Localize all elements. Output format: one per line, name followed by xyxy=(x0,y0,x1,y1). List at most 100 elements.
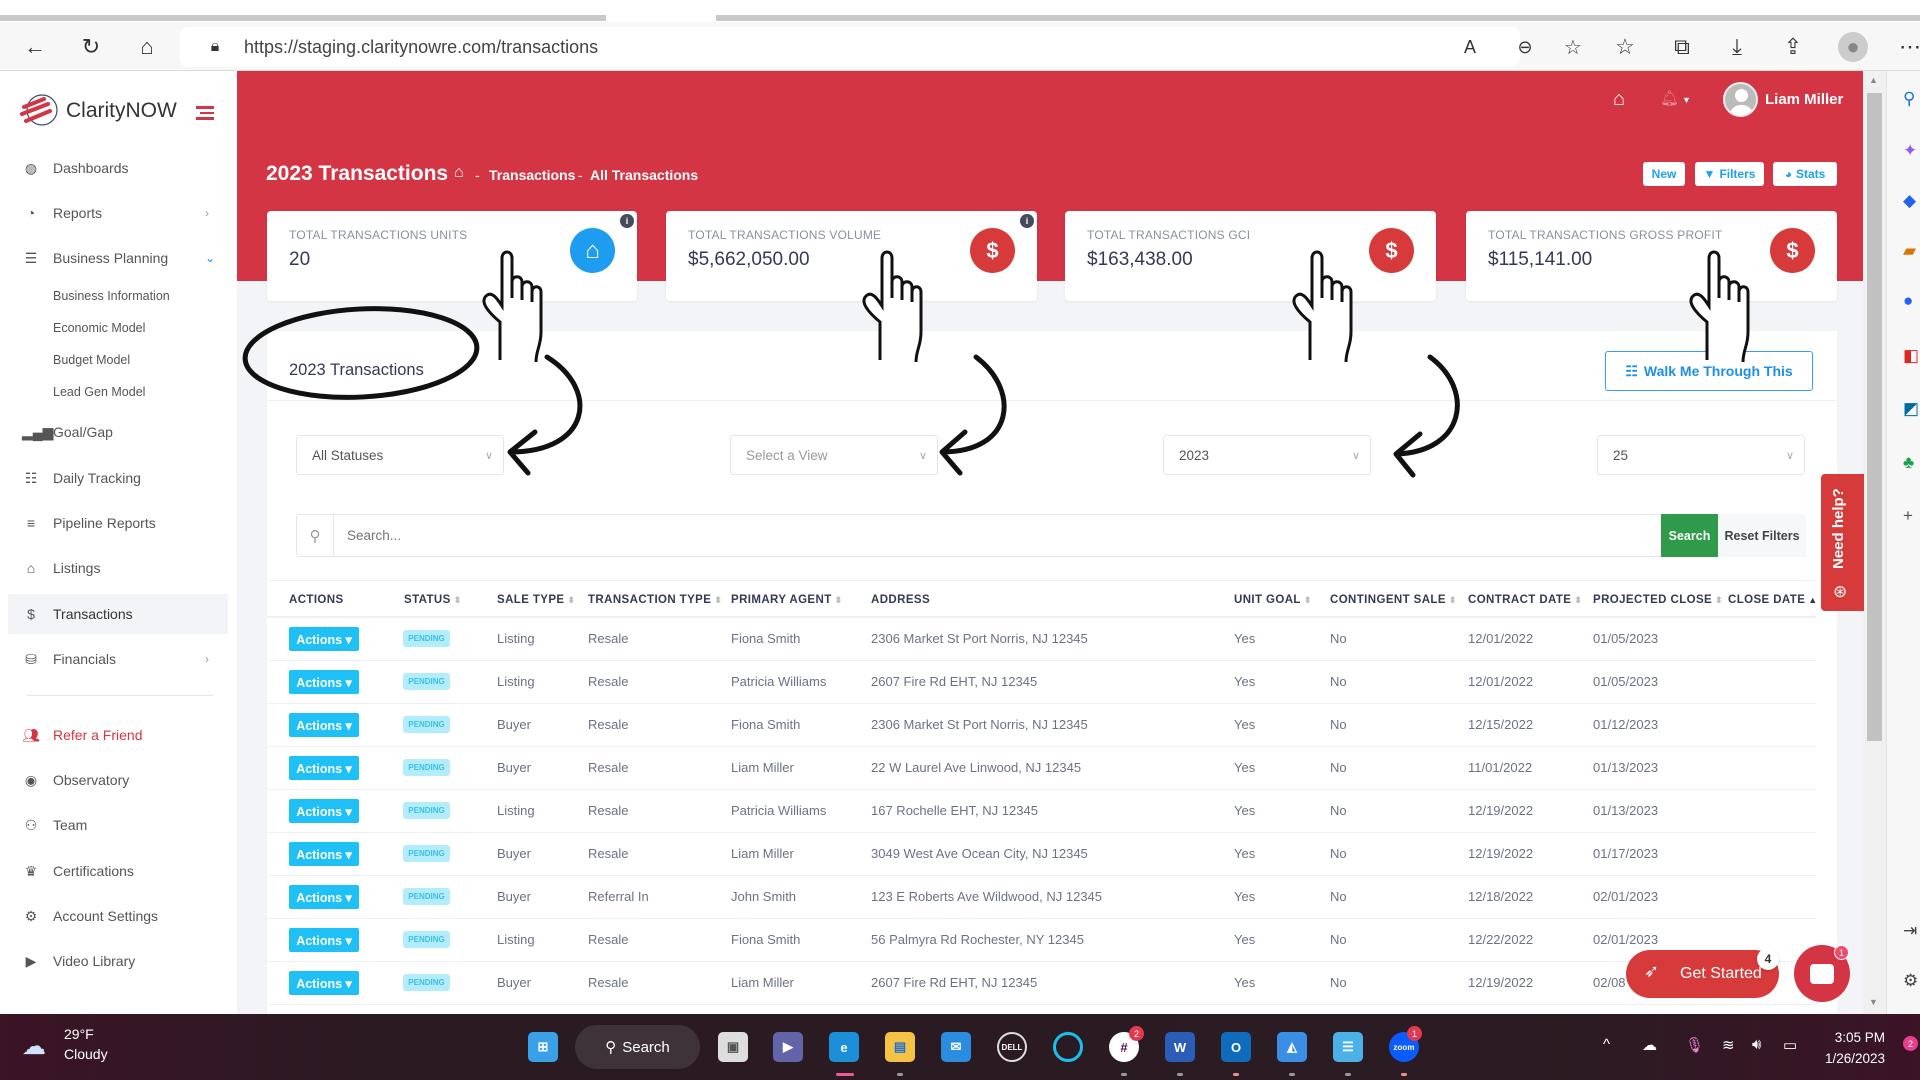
column-header[interactable]: TRANSACTION TYPE ⬍ xyxy=(588,594,722,606)
column-header[interactable]: CLOSE DATE ▲ xyxy=(1728,594,1818,606)
actions-dropdown-button[interactable]: Actions ▾ xyxy=(289,799,359,823)
share-icon[interactable]: ⇪ xyxy=(1778,32,1808,62)
sidebar-item-goal-gap[interactable]: ▂▄▆ Goal/Gap xyxy=(0,412,237,452)
actions-dropdown-button[interactable]: Actions ▾ xyxy=(289,670,359,694)
search-button[interactable]: Search xyxy=(1661,514,1718,557)
sidebar-item-transactions[interactable]: $ Transactions xyxy=(8,594,228,634)
actions-dropdown-button[interactable]: Actions ▾ xyxy=(289,627,359,651)
url-text[interactable]: https://staging.claritynowre.com/transac… xyxy=(244,37,598,58)
sort-icon[interactable]: ⬍ xyxy=(568,595,576,605)
shopping-icon[interactable]: ◆ xyxy=(1903,191,1916,211)
outlook-icon[interactable]: ◩ xyxy=(1903,399,1919,419)
need-help-tab[interactable]: Need help? ⊛ xyxy=(1821,474,1864,611)
sidebar-toggle-icon[interactable]: ⇥ xyxy=(1903,921,1917,941)
sort-icon[interactable]: ⬍ xyxy=(1574,595,1582,605)
sidebar-subitem-business-information[interactable]: Business Information xyxy=(0,281,237,311)
clock[interactable]: 3:05 PM 1/26/2023 xyxy=(1825,1027,1885,1069)
sidebar-item-refer-a-friend[interactable]: 👥︎ Refer a Friend xyxy=(0,715,237,755)
status-select[interactable]: All Statuses ∨ xyxy=(296,435,504,475)
home-icon[interactable]: ⌂ xyxy=(1613,88,1625,111)
mail-icon[interactable]: ✉ xyxy=(941,1032,971,1062)
column-header[interactable]: PRIMARY AGENT ⬍ xyxy=(731,594,843,606)
zoom-out-icon[interactable]: ⊖ xyxy=(1510,32,1540,62)
sort-icon[interactable]: ⬍ xyxy=(714,595,722,605)
sort-icon[interactable]: ⬍ xyxy=(835,595,843,605)
sidebar-item-certifications[interactable]: ♛ Certifications xyxy=(0,851,237,891)
logo[interactable]: ClarityNOW xyxy=(20,93,177,129)
sort-icon[interactable]: ⬍ xyxy=(1715,595,1723,605)
search-icon[interactable]: ⚲ xyxy=(1903,89,1915,109)
actions-dropdown-button[interactable]: Actions ▾ xyxy=(289,928,359,952)
avatar[interactable] xyxy=(1723,82,1758,117)
sidebar-item-financials[interactable]: ⛁ Financials › xyxy=(0,639,237,679)
people-icon[interactable]: ● xyxy=(1903,291,1913,311)
column-header[interactable]: STATUS ⬍ xyxy=(404,594,462,606)
sidebar-item-daily-tracking[interactable]: ☷ Daily Tracking xyxy=(0,458,237,498)
tree-icon[interactable]: ♣ xyxy=(1903,453,1914,473)
add-favorite-icon[interactable]: ☆ xyxy=(1558,32,1588,62)
back-icon[interactable]: ← xyxy=(20,32,50,62)
sidebar-item-dashboards[interactable]: ◍ Dashboards xyxy=(0,148,237,188)
card-total-volume[interactable]: TOTAL TRANSACTIONS VOLUME $5,662,050.00 … xyxy=(666,211,1037,301)
user-name[interactable]: Liam Miller xyxy=(1765,91,1843,108)
hamburger-menu-icon[interactable] xyxy=(196,103,214,123)
volume-icon[interactable]: 🔊︎ xyxy=(1752,1036,1761,1053)
notepad-icon[interactable]: ☰ xyxy=(1333,1032,1363,1062)
sidebar-subitem-budget-model[interactable]: Budget Model xyxy=(0,345,237,375)
info-icon[interactable]: i xyxy=(620,214,634,228)
sidebar-subitem-economic-model[interactable]: Economic Model xyxy=(0,313,237,343)
battery-icon[interactable]: ▭ xyxy=(1783,1036,1797,1054)
task-view-icon[interactable]: ▣ xyxy=(718,1032,748,1062)
column-header[interactable]: PROJECTED CLOSE ⬍ xyxy=(1593,594,1723,606)
start-icon[interactable]: ⊞ xyxy=(528,1032,558,1062)
wifi-icon[interactable]: ≋ xyxy=(1722,1036,1735,1054)
read-aloud-icon[interactable]: A xyxy=(1455,32,1485,62)
edge-icon[interactable]: e xyxy=(829,1032,859,1062)
view-select[interactable]: Select a View ∨ xyxy=(730,435,938,475)
home-icon[interactable]: ⌂ xyxy=(132,32,162,62)
favorites-icon[interactable]: ☆ xyxy=(1610,32,1640,62)
column-header[interactable]: UNIT GOAL ⬍ xyxy=(1234,594,1312,606)
taskbar-search[interactable]: ⚲ Search xyxy=(575,1025,700,1069)
weather-cloud-icon[interactable]: ☁ xyxy=(22,1032,46,1061)
sidebar-item-video-library[interactable]: ▶ Video Library xyxy=(0,941,237,981)
scroll-down-icon[interactable]: ▼ xyxy=(1869,997,1878,1007)
breadcrumb-home-icon[interactable]: ⌂ xyxy=(454,164,464,182)
sidebar-item-reports[interactable]: ◔ Reports › xyxy=(0,193,237,233)
teams-icon[interactable]: ▶ xyxy=(773,1032,803,1062)
cortana-icon[interactable] xyxy=(1053,1032,1083,1062)
filters-button[interactable]: ▼ Filters xyxy=(1695,162,1764,186)
copilot-icon[interactable]: ✦ xyxy=(1903,141,1917,161)
sidebar-subitem-lead-gen-model[interactable]: Lead Gen Model xyxy=(0,377,237,407)
stats-button[interactable]: ◕ Stats xyxy=(1773,162,1837,186)
card-total-gross-profit[interactable]: TOTAL TRANSACTIONS GROSS PROFIT $115,141… xyxy=(1466,211,1837,301)
column-header[interactable]: SALE TYPE ⬍ xyxy=(497,594,575,606)
card-total-gci[interactable]: TOTAL TRANSACTIONS GCI $163,438.00 $ xyxy=(1065,211,1436,301)
file-explorer-icon[interactable]: ▤ xyxy=(885,1032,915,1062)
profile-icon[interactable]: ● xyxy=(1838,32,1868,62)
tools-icon[interactable]: ▰ xyxy=(1903,241,1916,261)
bell-icon[interactable]: 🔔︎ ▼ xyxy=(1660,89,1691,107)
scrollbar-thumb[interactable] xyxy=(1867,93,1882,741)
actions-dropdown-button[interactable]: Actions ▾ xyxy=(289,971,359,995)
refresh-icon[interactable]: ↻ xyxy=(76,32,106,62)
actions-dropdown-button[interactable]: Actions ▾ xyxy=(289,842,359,866)
outlook-icon[interactable]: O xyxy=(1221,1032,1251,1062)
actions-dropdown-button[interactable]: Actions ▾ xyxy=(289,885,359,909)
dell-icon[interactable]: DELL xyxy=(997,1032,1027,1062)
search-input[interactable] xyxy=(335,515,1655,556)
new-button[interactable]: New xyxy=(1643,162,1685,186)
chevron-up-icon[interactable]: ^ xyxy=(1603,1036,1610,1053)
reset-filters-button[interactable]: Reset Filters xyxy=(1718,514,1806,557)
scroll-up-icon[interactable]: ▲ xyxy=(1869,75,1878,85)
microphone-icon[interactable]: 🎙︎ xyxy=(1685,1036,1704,1054)
card-total-units[interactable]: TOTAL TRANSACTIONS UNITS 20 ⌂ i xyxy=(267,211,637,301)
collections-icon[interactable]: ⧉ xyxy=(1667,32,1697,62)
column-header[interactable]: CONTRACT DATE ⬍ xyxy=(1468,594,1582,606)
actions-dropdown-button[interactable]: Actions ▾ xyxy=(289,756,359,780)
year-select[interactable]: 2023 ∨ xyxy=(1163,435,1371,475)
office-icon[interactable]: ◧ xyxy=(1903,346,1919,366)
column-header[interactable]: CONTINGENT SALE ⬍ xyxy=(1330,594,1457,606)
page-scrollbar[interactable]: ▲ ▼ xyxy=(1863,71,1886,1014)
onedrive-icon[interactable]: ☁ xyxy=(1642,1036,1657,1054)
